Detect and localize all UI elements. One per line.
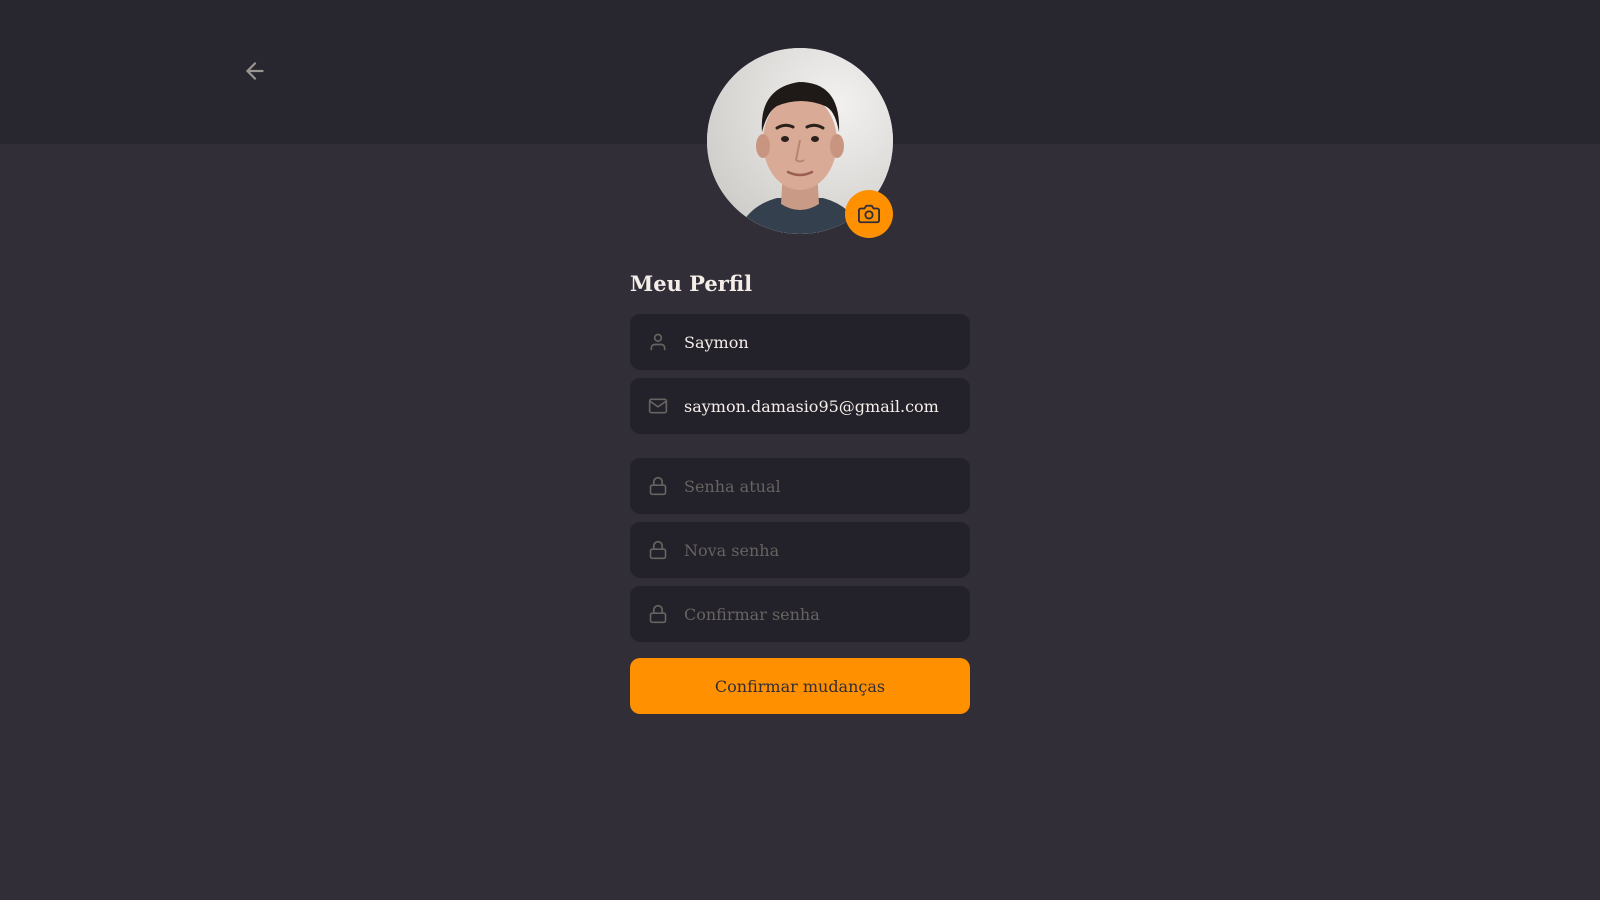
- new-password-input[interactable]: [684, 540, 954, 560]
- arrow-left-icon: [246, 62, 264, 80]
- current-password-input[interactable]: [684, 476, 954, 496]
- confirm-changes-button[interactable]: Confirmar mudanças: [630, 658, 970, 714]
- confirm-password-input[interactable]: [684, 604, 954, 624]
- confirm-password-field[interactable]: [630, 586, 970, 642]
- user-icon: [648, 332, 668, 352]
- camera-icon: [858, 204, 880, 224]
- mail-icon: [648, 396, 668, 416]
- page-title: Meu Perfil: [630, 271, 753, 296]
- lock-icon: [648, 476, 668, 496]
- email-input[interactable]: [684, 396, 954, 416]
- profile-form: Meu Perfil Saymon saymon.damasio95@gmail…: [630, 266, 970, 714]
- change-avatar-button[interactable]: [845, 190, 893, 238]
- name-field[interactable]: [630, 314, 970, 370]
- email-field[interactable]: [630, 378, 970, 434]
- avatar-container: [707, 48, 893, 238]
- new-password-field[interactable]: [630, 522, 970, 578]
- back-button[interactable]: [240, 56, 270, 86]
- lock-icon: [648, 604, 668, 624]
- current-password-field[interactable]: [630, 458, 970, 514]
- name-input[interactable]: [684, 332, 954, 352]
- lock-icon: [648, 540, 668, 560]
